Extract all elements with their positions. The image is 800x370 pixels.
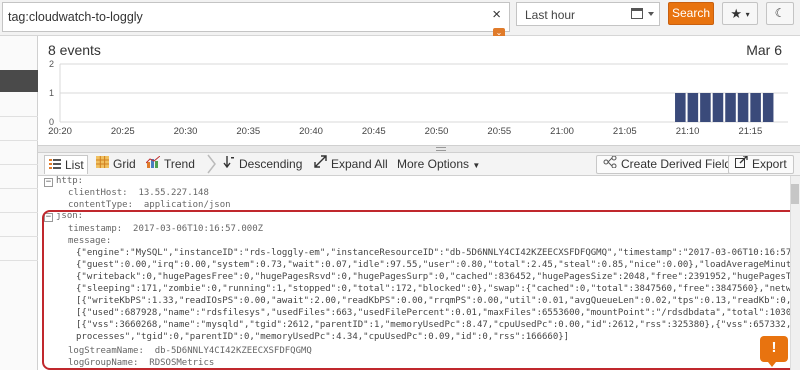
sidebar-divider: [0, 140, 38, 141]
tab-trend-label: Trend: [164, 157, 195, 171]
chart-bar: [750, 93, 761, 122]
search-button[interactable]: Search: [668, 2, 714, 25]
time-range-select[interactable]: Last hour: [516, 2, 660, 26]
event-log-pane[interactable]: − http: clientHost: 13.55.227.148 conten…: [38, 176, 800, 370]
tab-list-label: List: [65, 158, 84, 172]
chevron-down-icon: [648, 12, 654, 16]
x-tick-label: 21:15: [738, 126, 762, 137]
sidebar-header: [0, 70, 38, 92]
export-label: Export: [752, 157, 787, 171]
list-icon: [49, 156, 61, 175]
search-input[interactable]: [8, 4, 478, 30]
time-range-label: Last hour: [525, 8, 576, 22]
collapse-icon[interactable]: −: [44, 178, 53, 187]
y-tick-label: 1: [49, 88, 54, 98]
saved-searches-button[interactable]: ★ ▾: [722, 2, 758, 25]
x-tick-label: 20:55: [487, 126, 511, 137]
field-sidebar: [0, 36, 38, 370]
http-field[interactable]: http:: [56, 176, 83, 187]
x-tick-label: 20:40: [299, 126, 323, 137]
sidebar-divider: [0, 116, 38, 117]
theme-toggle-button[interactable]: ☾: [766, 2, 794, 25]
sidebar-divider: [0, 212, 38, 213]
sort-descending-icon: [223, 155, 235, 174]
chart-bar: [675, 93, 686, 122]
x-tick-label: 21:10: [676, 126, 700, 137]
chart-bar: [700, 93, 711, 122]
more-options-label: More Options: [397, 157, 470, 171]
client-host-field[interactable]: clientHost: 13.55.227.148: [68, 188, 209, 199]
chevron-down-icon: ▾: [745, 10, 750, 20]
chevron-down-icon: ▼: [472, 161, 481, 170]
x-tick-label: 20:45: [362, 126, 386, 137]
chart-bar: [712, 93, 724, 122]
x-tick-label: 20:30: [174, 126, 198, 137]
y-tick-label: 2: [49, 59, 54, 69]
create-derived-fields-button[interactable]: Create Derived Fields: [596, 155, 745, 174]
log-scrollbar[interactable]: [790, 176, 800, 370]
sidebar-divider: [0, 236, 38, 237]
x-tick-label: 20:50: [425, 126, 449, 137]
more-options-button[interactable]: More Options ▼: [397, 155, 480, 174]
x-tick-label: 21:05: [613, 126, 637, 137]
drag-handle-icon[interactable]: [436, 147, 446, 151]
tab-grid[interactable]: Grid: [96, 155, 136, 174]
export-button[interactable]: Export: [728, 155, 794, 174]
search-box[interactable]: × ⌄: [2, 2, 510, 38]
x-tick-label: 20:20: [48, 126, 72, 137]
star-icon: ★: [730, 6, 742, 21]
chevron-right-icon: [207, 154, 216, 174]
events-chart[interactable]: 8 events Mar 6 0 1 2 20:20 20:25 20:30 20:35 20…: [38, 36, 800, 152]
sidebar-divider: [0, 188, 38, 189]
clear-search-icon[interactable]: ×: [492, 6, 501, 23]
sidebar-divider: [0, 260, 38, 261]
tab-grid-label: Grid: [113, 157, 136, 171]
tab-trend[interactable]: Trend: [145, 155, 195, 174]
chart-bar: [725, 93, 736, 122]
chart-bar: [762, 93, 774, 122]
x-tick-label: 21:00: [550, 126, 574, 137]
tab-list[interactable]: List: [44, 155, 88, 174]
export-icon: [735, 155, 748, 173]
x-tick-label: 20:25: [111, 126, 135, 137]
chart-plot[interactable]: 01220:20 20:25 20:30 20:35 20:40 20:45 20:50 20…: [38, 36, 800, 152]
sort-order-button[interactable]: Descending: [223, 155, 302, 174]
grid-icon: [96, 155, 109, 174]
scrollbar-thumb[interactable]: [791, 184, 799, 204]
trend-chart-icon: [145, 155, 161, 174]
sidebar-divider: [0, 164, 38, 165]
chart-bar: [737, 93, 749, 122]
derived-fields-icon: [603, 155, 617, 173]
results-toolbar: List Grid Trend Descending Expand All Mo…: [38, 153, 800, 176]
pane-splitter[interactable]: [38, 145, 800, 153]
feedback-button[interactable]: !: [760, 336, 788, 367]
chart-bar: [687, 93, 699, 122]
highlight-annotation: [42, 210, 800, 370]
sort-order-label: Descending: [239, 157, 303, 171]
create-derived-fields-label: Create Derived Fields: [621, 157, 738, 171]
moon-icon: ☾: [774, 6, 786, 20]
calendar-icon: [631, 8, 643, 19]
expand-arrows-icon: [314, 155, 327, 174]
expand-all-button[interactable]: Expand All: [314, 155, 388, 174]
x-tick-label: 20:35: [236, 126, 260, 137]
expand-all-label: Expand All: [331, 157, 388, 171]
top-bar: × ⌄ Last hour Search ★ ▾ ☾: [0, 0, 800, 38]
